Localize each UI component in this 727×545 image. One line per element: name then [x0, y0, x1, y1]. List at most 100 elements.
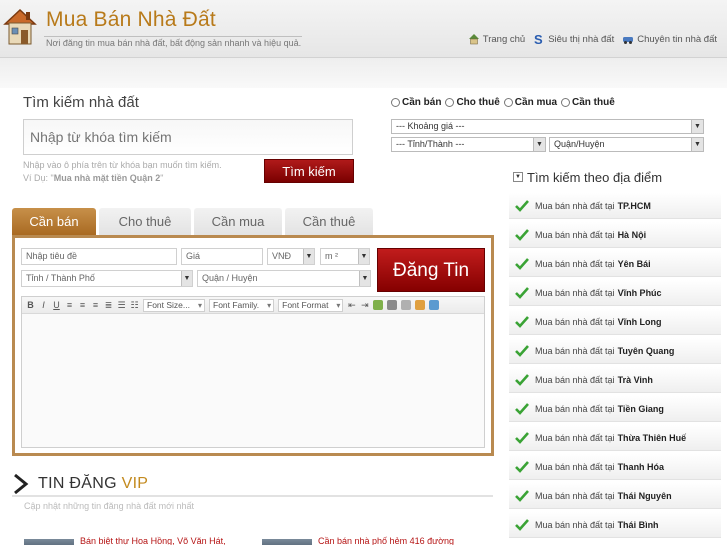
district-select-value: Quận/Huyện: [554, 139, 605, 149]
home-icon: [468, 34, 479, 45]
site-title[interactable]: Mua Bán Nhà Đất: [46, 8, 216, 32]
post-province-select[interactable]: Tỉnh / Thành Phố ▼: [21, 270, 193, 287]
vip-title-accent: VIP: [121, 474, 149, 492]
location-prefix: Mua bán nhà đất tại: [535, 258, 615, 269]
align-right-icon[interactable]: ≡: [91, 300, 100, 310]
collapse-toggle-icon[interactable]: ▼: [513, 172, 523, 182]
tab-0[interactable]: Cần bán: [12, 208, 96, 235]
indent-icon[interactable]: ⇥: [360, 300, 369, 311]
location-item[interactable]: Mua bán nhà đất tại TP.HCM: [509, 193, 721, 219]
nav-news-label: Chuyên tin nhà đất: [637, 33, 717, 45]
site-header: Mua Bán Nhà Đất Nơi đăng tin mua bán nhà…: [0, 0, 727, 58]
location-item[interactable]: Mua bán nhà đất tại Hà Nội: [509, 222, 721, 248]
font-size-select[interactable]: Font Size...: [143, 298, 205, 312]
radio-dot[interactable]: [445, 98, 455, 107]
radio-can-thue[interactable]: Cần thuê: [561, 97, 615, 108]
search-button[interactable]: Tìm kiếm: [264, 159, 354, 183]
location-item[interactable]: Mua bán nhà đất tại Thái Bình: [509, 512, 721, 538]
unit-select[interactable]: m ² ▼: [320, 248, 370, 265]
editor-content-area[interactable]: [22, 314, 484, 447]
vip-section-header: TIN ĐĂNG VIP: [12, 472, 493, 497]
location-item[interactable]: Mua bán nhà đất tại Thái Nguyên: [509, 483, 721, 509]
nav-real-estate-news[interactable]: Chuyên tin nhà đất: [622, 33, 717, 45]
ordered-list-icon[interactable]: ☰: [117, 300, 126, 311]
radio-cho-thue[interactable]: Cho thuê: [445, 97, 500, 108]
search-hint-line: Nhập vào ô phía trên từ khóa bạn muốn tì…: [23, 160, 222, 170]
location-prefix: Mua bán nhà đất tại: [535, 345, 615, 356]
radio-dot[interactable]: [503, 98, 513, 107]
location-item[interactable]: Mua bán nhà đất tại Thừa Thiên Huế: [509, 425, 721, 451]
unlink-icon[interactable]: [401, 300, 412, 310]
district-select[interactable]: Quận/Huyện ▼: [549, 137, 704, 152]
align-justify-icon[interactable]: ≣: [104, 300, 113, 311]
underline-button[interactable]: U: [52, 300, 61, 310]
location-search-header[interactable]: ▼ Tìm kiếm theo địa điểm: [513, 168, 719, 186]
listing-thumbnail[interactable]: [262, 539, 312, 545]
check-icon: [515, 257, 529, 270]
location-item[interactable]: Mua bán nhà đất tại Tuyên Quang: [509, 338, 721, 364]
bold-button[interactable]: B: [26, 300, 35, 310]
align-left-icon[interactable]: ≡: [65, 300, 74, 310]
location-item[interactable]: Mua bán nhà đất tại Thanh Hóa: [509, 454, 721, 480]
car-icon: [623, 37, 634, 44]
post-title-input[interactable]: Nhập tiêu đề: [21, 248, 177, 265]
location-name: Tiền Giang: [617, 403, 664, 414]
location-name: TP.HCM: [617, 200, 651, 211]
link-icon[interactable]: [387, 300, 398, 310]
location-name: Tuyên Quang: [617, 345, 675, 356]
radio-dot[interactable]: [391, 98, 400, 107]
location-prefix: Mua bán nhà đất tại: [535, 403, 615, 414]
insert-image-icon[interactable]: [373, 300, 384, 310]
location-item[interactable]: Mua bán nhà đất tại Vĩnh Long: [509, 309, 721, 335]
radio-label: Cần mua: [514, 97, 558, 108]
check-icon: [515, 489, 529, 502]
nav-home[interactable]: Trang chủ: [468, 33, 525, 45]
radio-can-ban[interactable]: Cần bán: [391, 97, 441, 108]
location-item[interactable]: Mua bán nhà đất tại Vĩnh Phúc: [509, 280, 721, 306]
vip-subtitle: Cập nhật những tin đăng nhà đất mới nhất: [24, 501, 195, 511]
post-district-select[interactable]: Quận / Huyện ▼: [197, 270, 371, 287]
post-listing-button[interactable]: Đăng Tin: [377, 248, 485, 292]
location-prefix: Mua bán nhà đất tại: [535, 490, 615, 501]
tab-1[interactable]: Cho thuê: [99, 208, 191, 235]
price-input[interactable]: Giá: [181, 248, 263, 265]
nav-home-label: Trang chủ: [482, 33, 526, 45]
rich-text-editor[interactable]: B I U ≡ ≡ ≡ ≣ ☰ ☷ Font Size... Font Fami…: [21, 296, 485, 448]
radio-dot[interactable]: [561, 98, 571, 107]
radio-can-mua[interactable]: Cần mua: [503, 97, 558, 108]
vip-listing-link[interactable]: Cần bán nhà phố hẻm 416 đường: [318, 536, 454, 545]
location-prefix: Mua bán nhà đất tại: [535, 374, 615, 385]
location-item[interactable]: Mua bán nhà đất tại Yên Bái: [509, 251, 721, 277]
location-prefix: Mua bán nhà đất tại: [535, 287, 615, 298]
province-select[interactable]: --- Tỉnh/Thành --- ▼: [391, 137, 546, 152]
location-list: Mua bán nhà đất tại TP.HCM Mua bán nhà đất…: [509, 193, 721, 541]
font-family-select[interactable]: Font Family.: [209, 298, 275, 312]
currency-select[interactable]: VNĐ ▼: [267, 248, 315, 265]
price-range-select[interactable]: --- Khoảng giá --- ▼: [391, 119, 704, 134]
site-tagline: Nơi đăng tin mua bán nhà đất, bất động s…: [46, 38, 302, 48]
tab-3[interactable]: Cần thuê: [285, 208, 373, 235]
location-item[interactable]: Mua bán nhà đất tại Trà Vinh: [509, 367, 721, 393]
paste-icon[interactable]: [415, 300, 426, 310]
location-item[interactable]: Mua bán nhà đất tại Tiền Giang: [509, 396, 721, 422]
house-logo-icon[interactable]: [2, 6, 38, 46]
post-district-value: Quận / Huyện: [202, 273, 258, 283]
search-input[interactable]: [23, 119, 353, 155]
listing-thumbnail[interactable]: [24, 539, 74, 545]
font-format-select[interactable]: Font Format: [278, 298, 344, 312]
title-divider: [44, 36, 302, 37]
unordered-list-icon[interactable]: ☷: [130, 300, 139, 311]
check-icon: [515, 344, 529, 357]
nav-market-label: Siêu thị nhà đất: [548, 33, 615, 45]
check-icon: [515, 518, 529, 531]
nav-real-estate-market[interactable]: S Siêu thị nhà đất: [533, 33, 614, 45]
outdent-icon[interactable]: ⇤: [347, 300, 356, 311]
tab-2[interactable]: Cần mua: [194, 208, 282, 235]
location-prefix: Mua bán nhà đất tại: [535, 316, 615, 327]
align-center-icon[interactable]: ≡: [78, 300, 87, 310]
source-code-icon[interactable]: [429, 300, 440, 310]
location-prefix: Mua bán nhà đất tại: [535, 229, 615, 240]
italic-button[interactable]: I: [39, 300, 48, 310]
vip-listing-link[interactable]: Bán biệt thự Hoa Hồng, Võ Văn Hát,: [80, 536, 226, 545]
location-prefix: Mua bán nhà đất tại: [535, 200, 615, 211]
